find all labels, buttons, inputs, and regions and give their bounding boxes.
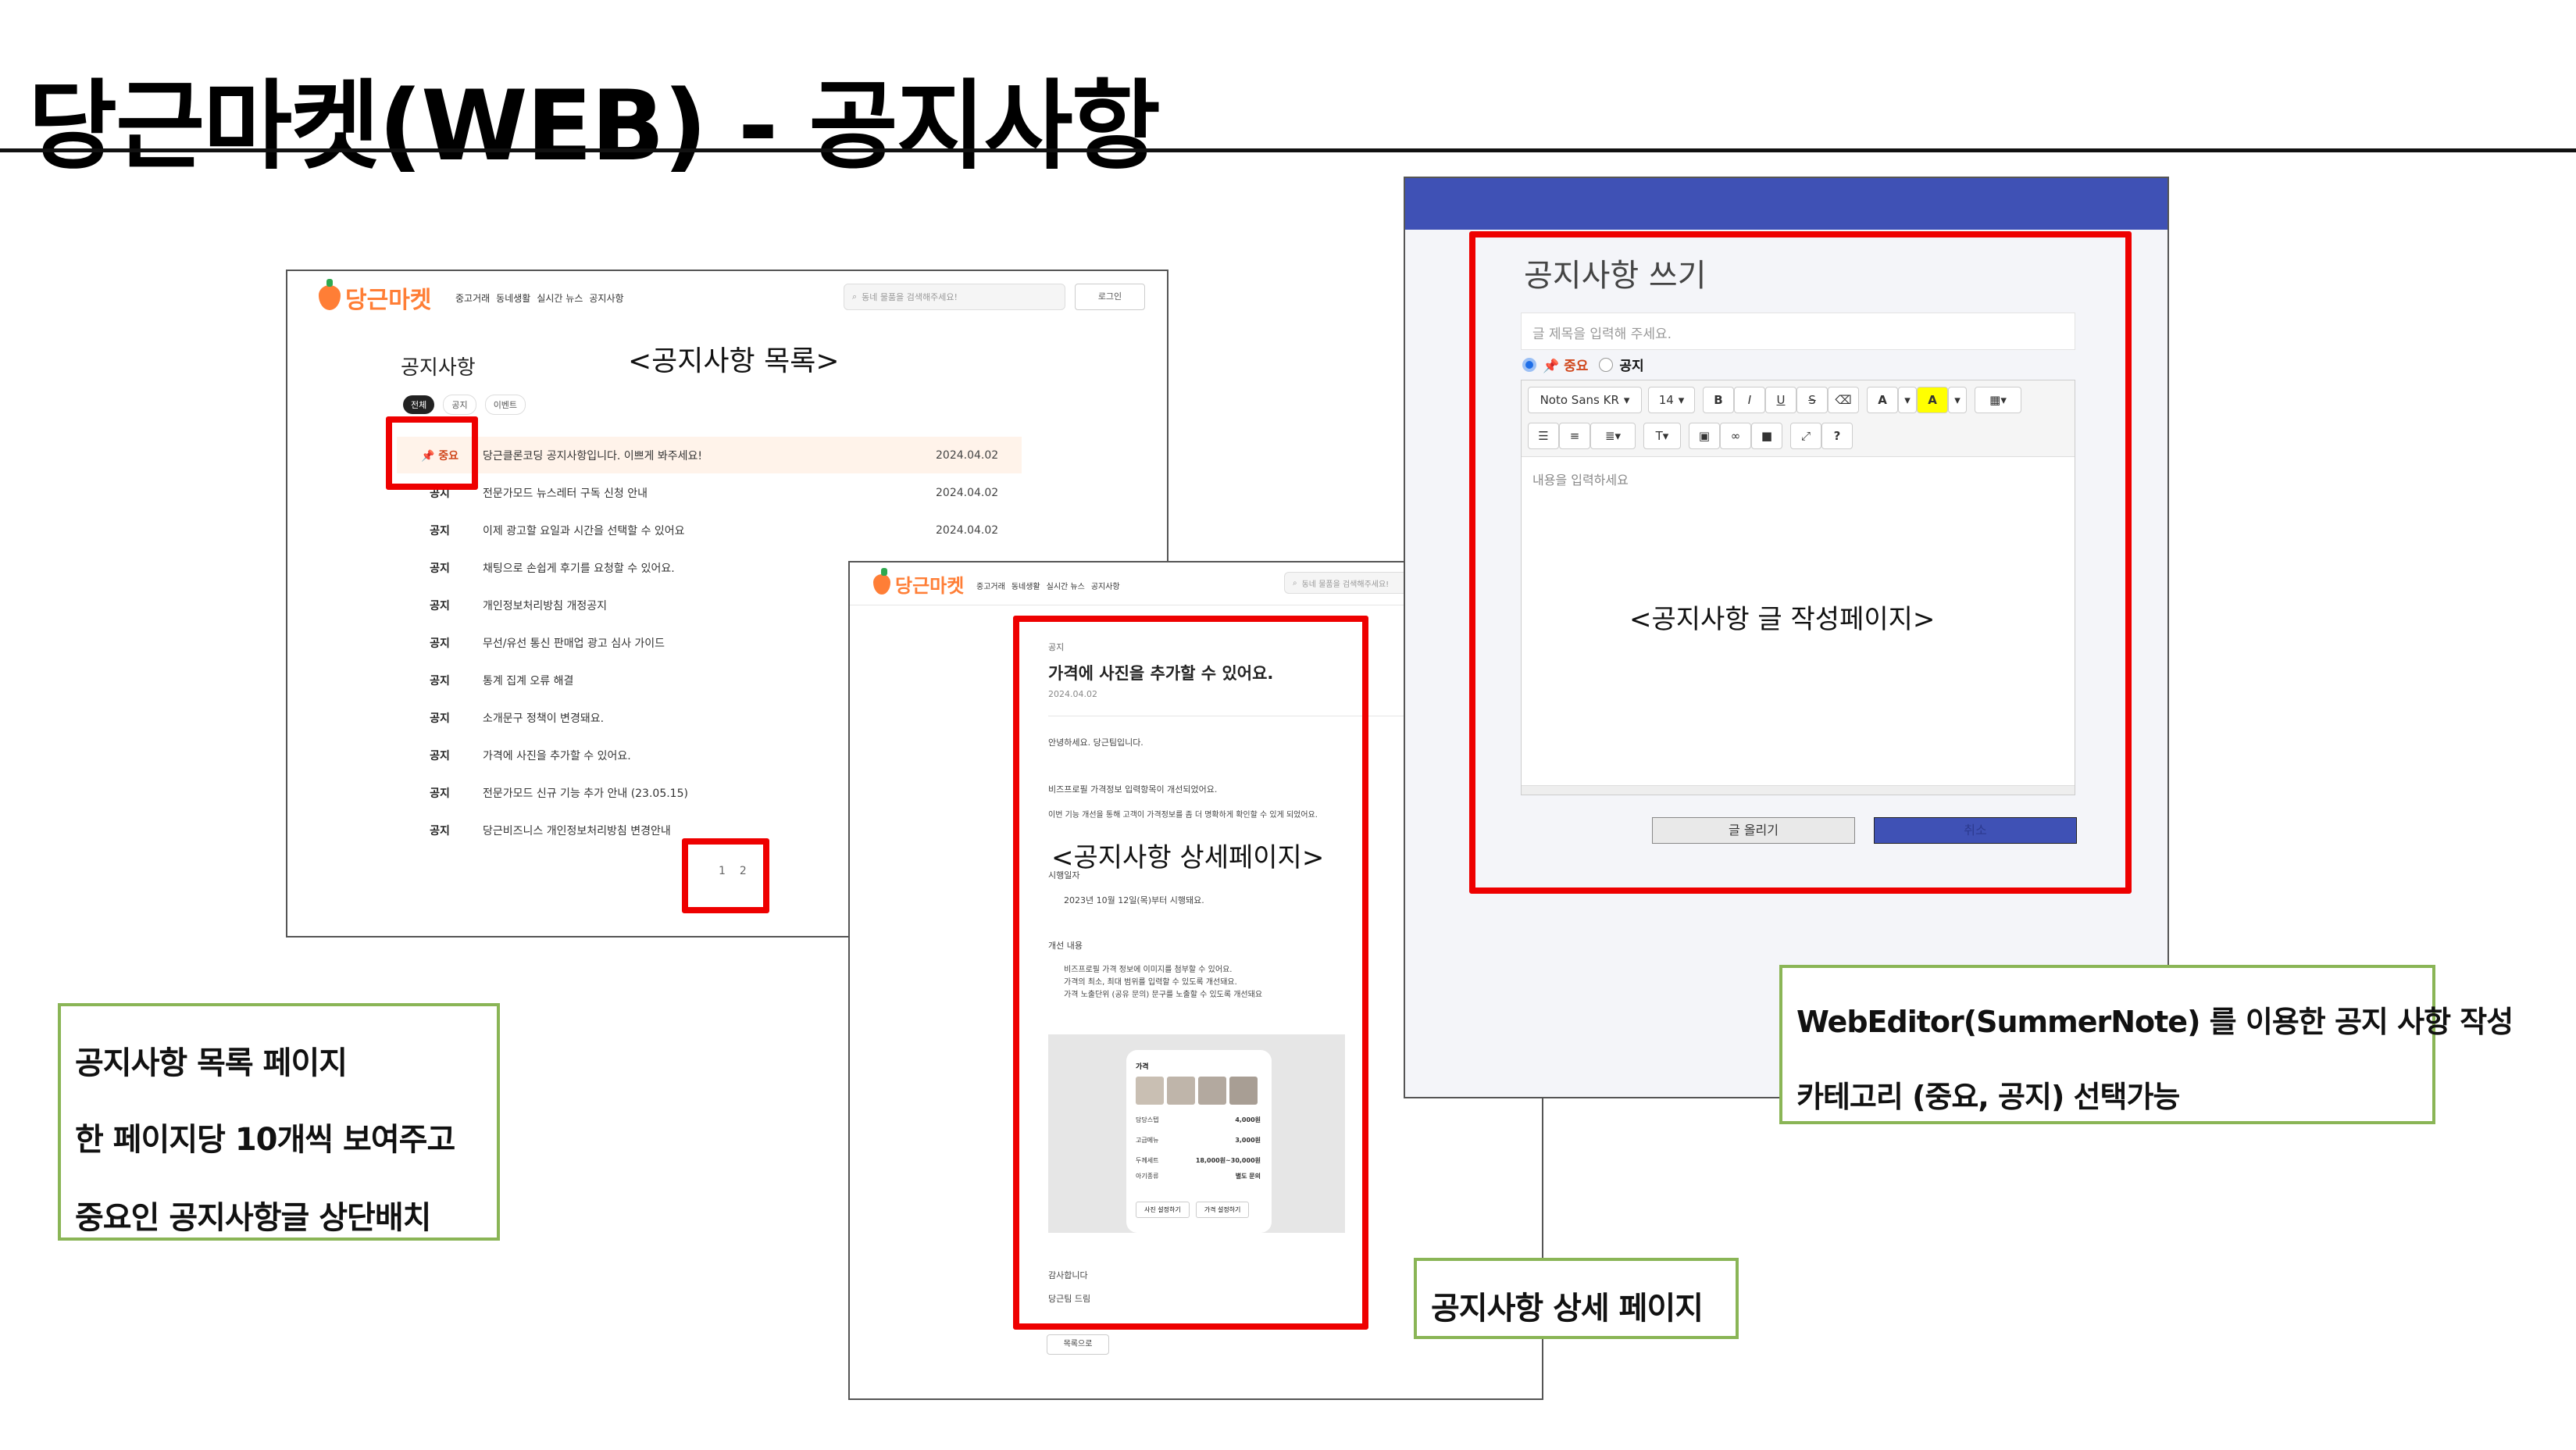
title-divider	[0, 148, 2576, 152]
tab-notice[interactable]: 공지	[443, 395, 476, 415]
search-icon: ⌕	[852, 291, 858, 302]
tab-event[interactable]: 이벤트	[484, 395, 526, 415]
nav-item-news[interactable]: 실시간 뉴스	[537, 291, 583, 305]
search-icon: ⌕	[1293, 578, 1297, 588]
editor-header-bar	[1405, 178, 2167, 230]
table-row[interactable]: 공지 이제 광고할 요일과 시간을 선택할 수 있어요 2024.04.02	[397, 512, 1022, 548]
nav-item-notice[interactable]: 공지사항	[1091, 580, 1120, 591]
list-annotation: <공지사항 목록>	[628, 345, 840, 377]
nav-item-used[interactable]: 중고거래	[455, 291, 490, 305]
nav-item-community[interactable]: 동네생활	[496, 291, 530, 305]
highlight-detail-content	[1013, 616, 1368, 1330]
list-callout-box: 공지사항 목록 페이지 한 페이지당 10개씩 보여주고 중요인 공지사항글 상…	[58, 1003, 500, 1241]
list-tabs: 전체 공지 이벤트	[403, 395, 530, 415]
nav-item-notice[interactable]: 공지사항	[589, 291, 623, 305]
slide: 당근마켓(WEB) - 공지사항 당근마켓 중고거래 동네생활 실시간 뉴스 공…	[0, 0, 2576, 1450]
nav-item-used[interactable]: 중고거래	[976, 580, 1005, 591]
detail-callout-box: 공지사항 상세 페이지	[1414, 1258, 1739, 1339]
back-to-list-button[interactable]: 목록으로	[1047, 1334, 1109, 1355]
carrot-icon	[319, 279, 341, 310]
login-button[interactable]: 로그인	[1075, 284, 1145, 310]
tab-all[interactable]: 전체	[403, 395, 435, 414]
nav-item-news[interactable]: 실시간 뉴스	[1047, 580, 1085, 591]
highlight-important-row	[386, 416, 478, 490]
table-row[interactable]: 공지 전문가모드 뉴스레터 구독 신청 안내 2024.04.02	[397, 474, 1022, 511]
list-heading: 공지사항	[401, 356, 476, 380]
highlight-editor-content	[1469, 231, 2132, 894]
detail-logo[interactable]: 당근마켓	[873, 567, 964, 598]
detail-search-input[interactable]: ⌕ 동네 물품을 검색해주세요!	[1284, 572, 1409, 594]
detail-nav: 중고거래 동네생활 실시간 뉴스 공지사항	[976, 580, 1120, 591]
carrot-icon	[873, 567, 890, 595]
list-search-input[interactable]: ⌕ 동네 물품을 검색해주세요!	[844, 284, 1065, 310]
table-row[interactable]: 📌 중요 당근클론코딩 공지사항입니다. 이쁘게 봐주세요! 2024.04.0…	[397, 437, 1022, 473]
list-logo[interactable]: 당근마켓	[319, 279, 431, 315]
nav-item-community[interactable]: 동네생활	[1011, 580, 1040, 591]
slide-title: 당근마켓(WEB) - 공지사항	[28, 70, 1161, 183]
editor-callout-box: WebEditor(SummerNote) 를 이용한 공지 사항 작성 카테고…	[1779, 965, 2514, 1124]
highlight-pagination	[682, 838, 769, 913]
list-nav: 중고거래 동네생활 실시간 뉴스 공지사항	[455, 291, 624, 305]
